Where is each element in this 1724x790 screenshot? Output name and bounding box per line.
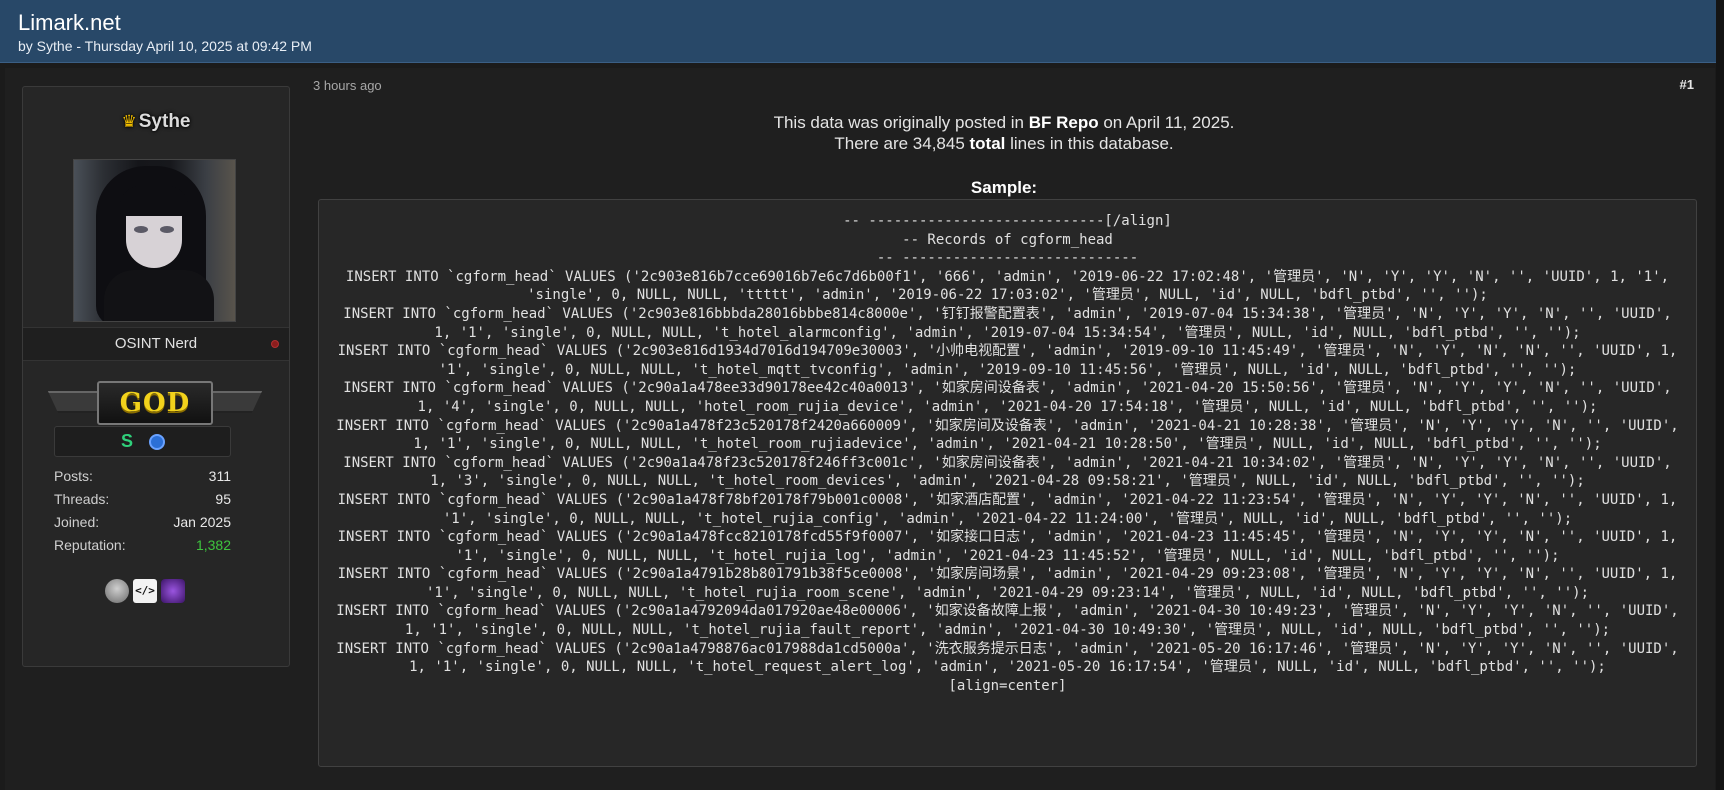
- blue-circle-icon[interactable]: [149, 434, 165, 450]
- user-title-bar: OSINT Nerd: [23, 327, 289, 361]
- crown-icon: ♛: [121, 112, 137, 131]
- avatar[interactable]: [73, 159, 236, 322]
- code-line: INSERT INTO `cgform_head` VALUES ('2c90a…: [337, 566, 1686, 601]
- code-line: INSERT INTO `cgform_head` VALUES ('2c903…: [343, 305, 1681, 341]
- code-line: -- ----------------------------[/align]: [843, 213, 1172, 229]
- user-stats: Posts: 311 Threads: 95 Joined: Jan 2025 …: [54, 468, 231, 560]
- offline-status-icon: [271, 340, 279, 348]
- username-text: Sythe: [138, 111, 191, 132]
- username[interactable]: ♛ Sythe: [23, 111, 289, 133]
- code-line: INSERT INTO `cgform_head` VALUES ('2c90a…: [343, 454, 1681, 490]
- intro-line-2: There are 34,845 total lines in this dat…: [834, 134, 1174, 153]
- award-badge-icon[interactable]: [105, 579, 129, 603]
- rank-badge-text: GOD: [97, 381, 213, 425]
- thread-header: Limark.net by Sythe - Thursday April 10,…: [0, 0, 1724, 63]
- rank-badge: GOD: [47, 377, 263, 431]
- intro-line-1: This data was originally posted in BF Re…: [773, 113, 1235, 132]
- s-icon[interactable]: S: [121, 431, 133, 452]
- purple-award-icon[interactable]: [161, 579, 185, 603]
- scrollbar-track[interactable]: [1716, 0, 1724, 790]
- stat-joined: Joined: Jan 2025: [54, 514, 231, 530]
- stat-posts: Posts: 311: [54, 468, 231, 484]
- code-line: -- Records of cgform_head: [902, 231, 1113, 248]
- post-timestamp[interactable]: 3 hours ago: [313, 78, 382, 93]
- stat-reputation: Reputation: 1,382: [54, 537, 231, 553]
- thread-byline: by Sythe - Thursday April 10, 2025 at 09…: [18, 38, 312, 54]
- code-line: INSERT INTO `cgform_head` VALUES ('2c90a…: [337, 529, 1686, 564]
- code-block[interactable]: -- ----------------------------[/align] -…: [318, 199, 1697, 767]
- code-line: -- ----------------------------: [876, 250, 1139, 267]
- code-line: INSERT INTO `cgform_head` VALUES ('2c90a…: [337, 491, 1686, 527]
- code-line: INSERT INTO `cgform_head` VALUES ('2c903…: [337, 343, 1686, 378]
- sample-heading: Sample:: [970, 178, 1038, 197]
- user-awards: </>: [105, 579, 205, 605]
- code-line: INSERT INTO `cgform_head` VALUES ('2c90a…: [343, 380, 1681, 415]
- user-card: ♛ Sythe OSINT Nerd GOD S Posts: 311 Thre…: [22, 86, 290, 667]
- code-line: INSERT INTO `cgform_head` VALUES ('2c90a…: [336, 603, 1688, 639]
- stat-threads: Threads: 95: [54, 491, 231, 507]
- post-number[interactable]: #1: [1680, 77, 1694, 92]
- code-award-icon[interactable]: </>: [133, 579, 157, 603]
- user-title: OSINT Nerd: [114, 335, 198, 352]
- post-intro: This data was originally posted in BF Re…: [313, 112, 1695, 154]
- repo-name: BF Repo: [1028, 113, 1099, 132]
- user-icon-box: S: [54, 426, 231, 457]
- reputation-link[interactable]: 1,382: [196, 537, 231, 553]
- code-line: INSERT INTO `cgform_head` VALUES ('2c90a…: [336, 417, 1688, 453]
- thread-title[interactable]: Limark.net: [18, 10, 1706, 36]
- code-line: INSERT INTO `cgform_head` VALUES ('2c903…: [345, 268, 1678, 304]
- code-line: INSERT INTO `cgform_head` VALUES ('2c90a…: [336, 640, 1688, 676]
- code-line: [align=center]: [948, 677, 1067, 694]
